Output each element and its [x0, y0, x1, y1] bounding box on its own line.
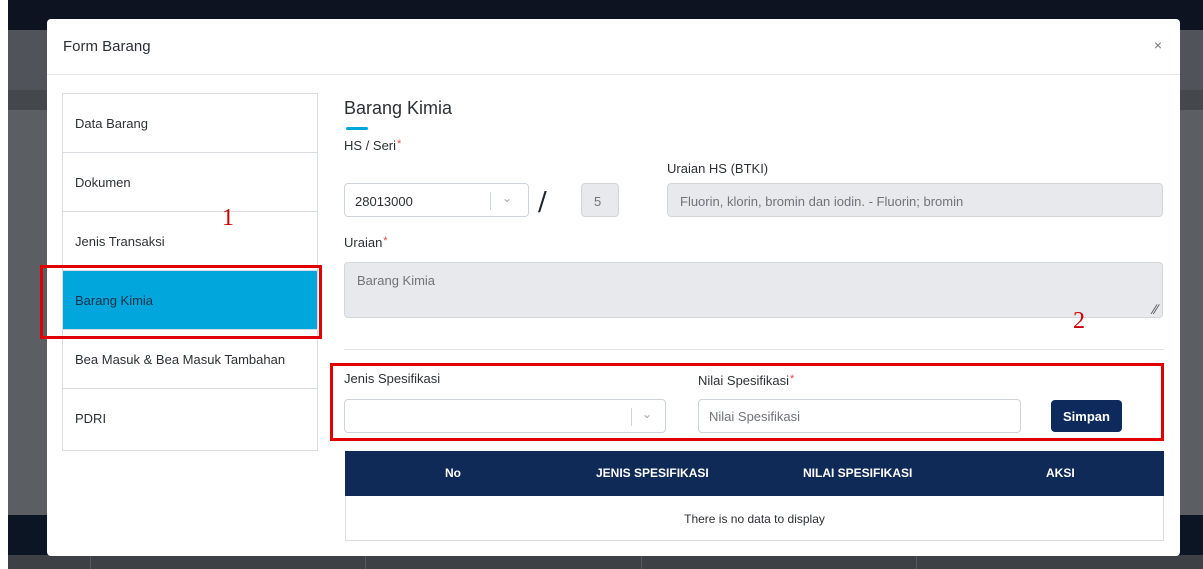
annotation-box-1 [40, 265, 322, 339]
section-title: Barang Kimia [344, 98, 453, 118]
required-mark: * [397, 138, 402, 150]
uraian-value: Barang Kimia [357, 273, 436, 288]
background-bottom-row [8, 555, 1203, 569]
resize-handle-icon[interactable]: ∕∕ [1153, 301, 1158, 317]
chevron-down-icon[interactable]: ⌄ [502, 191, 512, 205]
sidebar-item-label: Dokumen [75, 174, 131, 190]
uraian-hs-field: Fluorin, klorin, bromin dan iodin. - Flu… [667, 183, 1163, 217]
annotation-label-2: 2 [1073, 308, 1085, 334]
section-divider [344, 349, 1164, 350]
uraian-hs-label: Uraian HS (BTKI) [667, 161, 769, 176]
background-column-divider [641, 555, 642, 569]
column-header-nilai-spesifikasi: NILAI SPESIFIKASI [803, 466, 913, 480]
hs-seri-label: HS / Seri* [344, 138, 401, 153]
uraian-hs-value: Fluorin, klorin, bromin dan iodin. - Flu… [680, 194, 964, 209]
hs-code-value: 28013000 [355, 194, 413, 209]
sidebar-item-label: PDRI [75, 411, 107, 426]
table-empty-message: There is no data to display [684, 512, 825, 526]
sidebar-item-jenis-transaksi[interactable]: Jenis Transaksi [63, 212, 317, 271]
seri-field[interactable]: 5 [581, 183, 619, 217]
select-separator [490, 192, 491, 210]
column-header-no: No [445, 466, 461, 480]
spesifikasi-table: No JENIS SPESIFIKASI NILAI SPESIFIKASI A… [345, 451, 1164, 541]
annotation-label-1: 1 [222, 205, 234, 231]
close-icon[interactable]: × [1154, 37, 1162, 53]
hs-seri-separator: / [538, 187, 547, 217]
uraian-textarea[interactable]: Barang Kimia ∕∕ [344, 262, 1163, 318]
hs-code-select[interactable]: 28013000 ⌄ [344, 183, 529, 217]
sidebar-item-pdri[interactable]: PDRI [63, 389, 317, 448]
modal-title: Form Barang [63, 38, 151, 55]
background-column-divider [90, 555, 91, 569]
sidebar-item-dokumen[interactable]: Dokumen [63, 153, 317, 212]
annotation-box-2 [330, 363, 1164, 441]
background-column-divider [365, 555, 366, 569]
modal-header: Form Barang × [47, 19, 1180, 75]
sidebar-item-label: Bea Masuk & Bea Masuk Tambahan [75, 351, 286, 367]
column-header-aksi: AKSI [1046, 466, 1075, 480]
required-mark: * [383, 235, 388, 247]
uraian-label: Uraian* [344, 235, 388, 250]
sidebar-item-label: Data Barang [75, 115, 148, 131]
seri-value: 5 [594, 194, 602, 209]
uraian-label-text: Uraian [344, 235, 383, 250]
sidebar-item-data-barang[interactable]: Data Barang [63, 94, 317, 153]
table-header: No JENIS SPESIFIKASI NILAI SPESIFIKASI A… [345, 451, 1164, 496]
hs-seri-label-text: HS / Seri [344, 138, 397, 153]
title-underline [346, 127, 368, 130]
background-column-divider [916, 555, 917, 569]
sidebar-item-label: Jenis Transaksi [75, 233, 165, 249]
column-header-jenis-spesifikasi: JENIS SPESIFIKASI [596, 466, 709, 480]
